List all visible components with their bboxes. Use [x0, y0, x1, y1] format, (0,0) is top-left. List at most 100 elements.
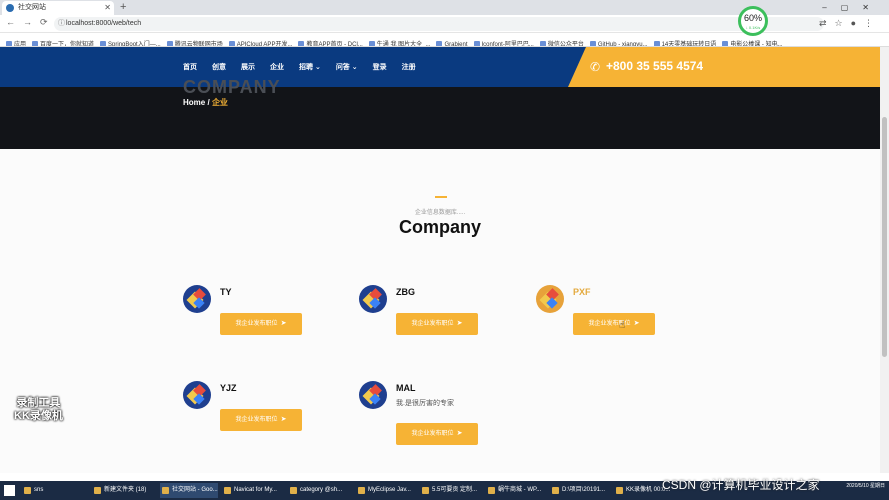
- taskbar-item[interactable]: 蜗牛商城 - WP...: [486, 483, 546, 498]
- mouse-pointer-icon: ☝: [619, 320, 626, 331]
- send-icon: ➤: [456, 430, 463, 437]
- nav-item-0[interactable]: 首页: [183, 62, 197, 72]
- post-job-label: 我企业发布职位: [411, 321, 454, 327]
- nav-item-2[interactable]: 展示: [241, 62, 255, 72]
- post-job-label: 我企业发布职位: [235, 417, 278, 423]
- post-job-button[interactable]: 我企业发布职位 ➤: [396, 313, 478, 335]
- bookmark-item[interactable]: Grabient: [436, 38, 468, 46]
- app-icon: [358, 487, 365, 494]
- page-hero: COMPANY Home / 企业: [0, 77, 880, 149]
- phone-number: +800 35 555 4574: [606, 59, 704, 73]
- post-job-label: 我企业发布职位: [411, 431, 454, 437]
- company-logo-icon[interactable]: [359, 381, 387, 409]
- bookmark-item[interactable]: 牛通 我 图片大全_...: [368, 38, 430, 46]
- breadcrumb-separator: /: [207, 98, 210, 107]
- page-scrollbar[interactable]: [880, 47, 889, 473]
- browser-action-icons[interactable]: ⇄☆●⋮: [819, 18, 881, 29]
- post-job-button[interactable]: 我企业发布职位 ➤: [396, 423, 478, 445]
- new-tab-button[interactable]: +: [120, 0, 126, 15]
- url-text: localhost:8000/web/tech: [66, 20, 142, 27]
- company-logo-icon[interactable]: [536, 285, 564, 313]
- nav-item-1[interactable]: 创意: [212, 62, 226, 72]
- bookmark-item[interactable]: 教育APP首页 - DCl...: [298, 38, 363, 46]
- company-section: 企业信息数据库..... Company TY 我企业发布职位 ➤ ZBG 我企业发布职…: [0, 149, 880, 473]
- send-icon: ➤: [280, 416, 287, 423]
- taskbar-item[interactable]: 新建文件夹 (18): [92, 483, 156, 498]
- taskbar-item[interactable]: 5.5可要贡 定制...: [420, 483, 482, 498]
- address-bar[interactable]: ⓘ localhost:8000/web/tech: [54, 17, 824, 31]
- taskbar-item-label: 5.5可要贡 定制...: [432, 487, 478, 493]
- post-job-button[interactable]: 我企业发布职位 ➤: [220, 409, 302, 431]
- scrollbar-thumb[interactable]: [882, 117, 887, 357]
- taskbar-item[interactable]: 社交网站 - Goo...: [160, 483, 218, 498]
- info-icon: ⓘ: [58, 20, 65, 27]
- browser-tab[interactable]: 社交网站 ✕: [2, 1, 114, 15]
- bookmark-item[interactable]: 腾讯云物联网市场: [166, 38, 223, 46]
- taskbar-item[interactable]: category @sh...: [288, 483, 352, 498]
- app-icon: [422, 487, 429, 494]
- send-icon: ➤: [456, 320, 463, 327]
- section-accent-bar: [435, 196, 447, 198]
- nav-item-4[interactable]: 招聘 ⌄: [299, 62, 321, 72]
- send-icon: ➤: [280, 320, 287, 327]
- bookmark-item[interactable]: 14天零基础玩转日语: [653, 38, 716, 46]
- bookmark-item[interactable]: 百度一下，你就知道: [32, 38, 94, 46]
- app-icon: [162, 487, 169, 494]
- watermark-line1: 录制工具: [16, 397, 61, 409]
- close-tab-icon[interactable]: ✕: [104, 1, 111, 15]
- phone-banner: ✆ +800 35 555 4574: [568, 47, 880, 87]
- bookmark-item[interactable]: APICloud APP开发...: [228, 38, 292, 46]
- breadcrumb-current: 企业: [211, 98, 228, 107]
- company-card: PXF 我企业发布职位 ➤: [536, 285, 706, 345]
- nav-item-3[interactable]: 企业: [270, 62, 284, 72]
- nav-item-7[interactable]: 注册: [402, 62, 416, 72]
- taskbar-item[interactable]: MyEclipse Jav...: [356, 483, 416, 498]
- taskbar-item-label: 蜗牛商城 - WP...: [498, 487, 542, 493]
- taskbar-item-label: Navicat for My...: [234, 487, 277, 493]
- bookmark-item[interactable]: 微信公众平台: [539, 38, 584, 46]
- nav-item-5[interactable]: 问答 ⌄: [336, 62, 358, 72]
- post-job-button[interactable]: 我企业发布职位 ➤: [220, 313, 302, 335]
- company-card: TY 我企业发布职位 ➤: [183, 285, 353, 345]
- clock-date: 2020/5/10 星期日: [846, 483, 885, 489]
- taskbar-item[interactable]: sns: [22, 483, 88, 498]
- company-name[interactable]: YJZ: [220, 383, 237, 393]
- phone-icon: ✆: [590, 60, 601, 74]
- company-logo-icon[interactable]: [183, 285, 211, 313]
- app-icon: [94, 487, 101, 494]
- taskbar-item[interactable]: D:\项目\20191...: [550, 483, 610, 498]
- breadcrumb-home[interactable]: Home: [183, 98, 205, 107]
- bookmark-item[interactable]: Iconfont-阿里巴巴...: [473, 38, 534, 46]
- system-clock[interactable]: 2020/5/10 星期日: [846, 483, 885, 490]
- company-name[interactable]: MAL: [396, 383, 416, 393]
- bookmark-item[interactable]: 电影公棒课 - 知电...: [722, 38, 783, 46]
- taskbar-item[interactable]: Navicat for My...: [222, 483, 284, 498]
- speed-percent: 60%: [743, 13, 762, 23]
- company-card: YJZ 我企业发布职位 ➤: [183, 381, 353, 441]
- taskbar-item-label: D:\项目\20191...: [562, 487, 606, 493]
- post-job-button[interactable]: 我企业发布职位 ➤: [573, 313, 655, 335]
- app-icon: [290, 487, 297, 494]
- company-logo-icon[interactable]: [183, 381, 211, 409]
- window-controls[interactable]: –▢✕: [822, 0, 883, 15]
- company-name[interactable]: ZBG: [396, 287, 415, 297]
- send-icon: ➤: [633, 320, 640, 327]
- taskbar-item-label: 新建文件夹 (18): [104, 487, 147, 493]
- company-name[interactable]: PXF: [573, 287, 591, 297]
- bookmark-item[interactable]: 应用: [6, 38, 26, 46]
- company-name[interactable]: TY: [220, 287, 232, 297]
- bookmark-item[interactable]: SpringBoot入门—...: [100, 38, 161, 46]
- company-logo-icon[interactable]: [359, 285, 387, 313]
- taskbar-item-label: MyEclipse Jav...: [368, 487, 411, 493]
- nav-item-6[interactable]: 登录: [373, 62, 387, 72]
- watermark-line2: KK录像机: [14, 410, 63, 422]
- windows-start-icon[interactable]: [4, 485, 15, 496]
- bookmark-item[interactable]: GitHub - xiangyu...: [589, 38, 648, 46]
- recorder-watermark: 录制工具 KK录像机: [14, 397, 63, 423]
- csdn-watermark: CSDN @计算机毕业设计之家: [662, 478, 820, 492]
- company-card: MAL 我.是很厉害的专家 我企业发布职位 ➤: [359, 381, 529, 445]
- network-speed-widget: 60% ↓ 0.1K/s: [738, 6, 768, 36]
- hero-ghost-title: COMPANY: [183, 77, 281, 97]
- taskbar-item-label: 社交网站 - Goo...: [172, 487, 218, 493]
- browser-nav-icons[interactable]: ←→⟳: [6, 17, 56, 28]
